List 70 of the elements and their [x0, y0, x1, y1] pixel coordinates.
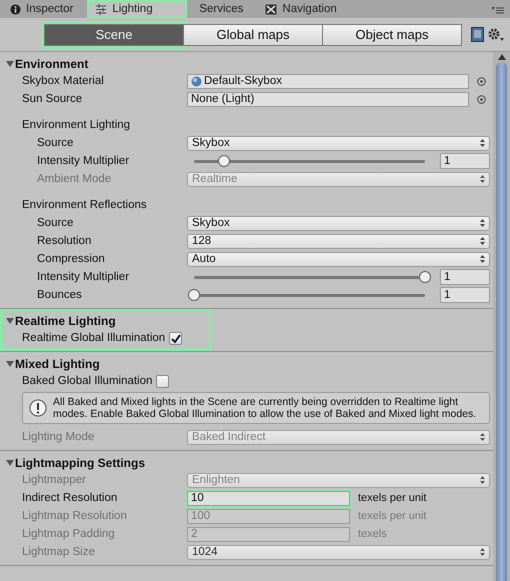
section-title[interactable]: Environment: [15, 57, 88, 71]
unit-label: texels per unit: [357, 492, 428, 504]
field-label: Realtime Global Illumination: [22, 332, 166, 344]
dropdown[interactable]: Skybox: [187, 216, 490, 230]
dropdown[interactable]: Skybox: [187, 136, 490, 150]
number-field[interactable]: 10: [187, 490, 350, 506]
field-label: Skybox Material: [22, 75, 105, 87]
sliders-icon: [95, 4, 108, 14]
field-label: Lightmap Resolution: [22, 510, 128, 522]
field-label: Lightmapper: [22, 474, 87, 486]
field-label: Bounces: [37, 289, 83, 301]
number-field[interactable]: 1: [440, 153, 490, 169]
scrollbar[interactable]: [493, 52, 510, 581]
dropdown[interactable]: Auto: [187, 252, 490, 266]
up-down-arrows-icon: [480, 237, 485, 245]
field-label: Lightmap Size: [22, 546, 96, 558]
field-label: Lighting Mode: [22, 431, 96, 443]
unit-label: texels: [357, 528, 388, 540]
scroll-up-arrow-icon[interactable]: [498, 54, 506, 60]
field-label: Intensity Multiplier: [37, 271, 130, 283]
number-field[interactable]: 1: [440, 269, 490, 285]
subsection-heading: Environment Lighting: [22, 119, 132, 131]
menu-icon[interactable]: [492, 6, 504, 14]
dropdown[interactable]: 128: [187, 234, 490, 248]
up-down-arrows-icon: [480, 255, 485, 263]
expand-triangle-icon[interactable]: [6, 317, 14, 325]
up-down-arrows-icon: [480, 433, 485, 441]
field-label: Compression: [37, 253, 106, 265]
expand-triangle-icon[interactable]: [6, 459, 14, 467]
unit-label: texels per unit: [357, 510, 428, 522]
slider-thumb[interactable]: [218, 155, 230, 167]
tab[interactable]: Services: [191, 0, 254, 18]
tab[interactable]: Inspector: [2, 0, 84, 18]
expand-triangle-icon[interactable]: [6, 60, 14, 68]
field-label: Indirect Resolution: [22, 492, 118, 504]
field-label: Source: [37, 137, 74, 149]
up-down-arrows-icon: [480, 139, 485, 147]
up-down-arrows-icon: [480, 219, 485, 227]
tab[interactable]: Navigation: [257, 0, 347, 18]
up-down-arrows-icon: [480, 476, 485, 484]
tab[interactable]: Lighting: [87, 0, 188, 18]
field-label: Baked Global Illumination: [22, 375, 152, 387]
field-label: Resolution: [37, 235, 92, 247]
checkbox[interactable]: [156, 374, 170, 388]
warning-icon: [29, 399, 47, 417]
expand-triangle-icon[interactable]: [6, 360, 14, 368]
slider-thumb[interactable]: [419, 271, 431, 283]
number-field[interactable]: 1: [440, 287, 490, 303]
info-icon: [10, 4, 21, 14]
field-label: Source: [37, 217, 74, 229]
mode-button[interactable]: Object maps: [322, 24, 462, 46]
up-down-arrows-icon: [480, 548, 485, 556]
section-title[interactable]: Mixed Lighting: [15, 357, 100, 371]
object-field[interactable]: Default-Skybox: [187, 74, 469, 88]
object-field[interactable]: None (Light): [187, 92, 469, 106]
field-label: Intensity Multiplier: [37, 155, 130, 167]
field-label: Sun Source: [22, 93, 84, 105]
field-label: Lightmap Padding: [22, 528, 116, 540]
subsection-heading: Environment Reflections: [22, 199, 148, 211]
field-label: Ambient Mode: [37, 173, 112, 185]
help-text: All Baked and Mixed lights in the Scene are currently being overridden to Realtime light modes. Enable Baked Global Illumination to allow the use of Baked and Mixed light modes.: [53, 396, 478, 420]
section-title[interactable]: Realtime Lighting: [15, 314, 116, 328]
scrollbar-thumb[interactable]: [496, 62, 507, 581]
section-title[interactable]: Lightmapping Settings: [15, 456, 145, 470]
checkbox[interactable]: [169, 332, 182, 344]
up-down-arrows-icon: [480, 175, 485, 183]
slider-thumb[interactable]: [188, 289, 200, 301]
settings-icon[interactable]: [488, 28, 504, 42]
sphere-icon: [191, 76, 202, 86]
mode-button[interactable]: Global maps: [183, 24, 323, 46]
